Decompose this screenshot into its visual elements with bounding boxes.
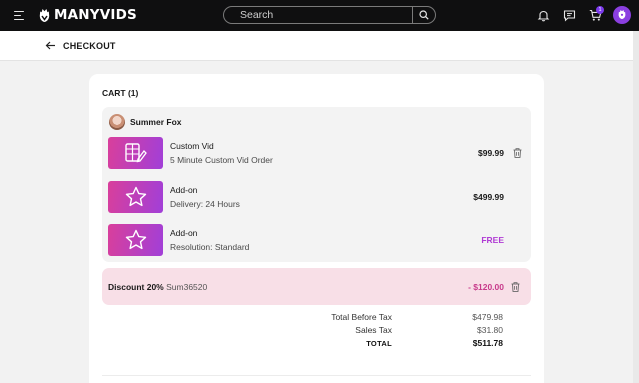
cart-card: CART (1) Summer Fox Custom Vid 5 Minute …: [89, 74, 544, 383]
discount-name: Discount 20%: [108, 282, 164, 292]
star-icon: [125, 186, 146, 207]
checkout-header: CHECKOUT: [0, 31, 639, 61]
seller-avatar[interactable]: [109, 114, 125, 130]
discount-amount: - $120.00: [468, 282, 504, 292]
total-before-tax-value: $479.98: [472, 312, 503, 322]
grand-total-label: TOTAL: [366, 339, 392, 348]
cart-items-group: Summer Fox Custom Vid 5 Minute Custom Vi…: [102, 107, 531, 262]
search-icon: [419, 10, 429, 20]
seller-name[interactable]: Summer Fox: [130, 117, 182, 127]
search-bar: [223, 6, 436, 24]
bell-icon[interactable]: [537, 9, 550, 22]
custom-vid-icon: [124, 143, 147, 163]
item-price: FREE: [481, 235, 504, 245]
page-title: CHECKOUT: [63, 41, 116, 51]
search-button[interactable]: [412, 7, 435, 23]
profile-avatar-button[interactable]: [613, 6, 631, 24]
cart-item: Add-on Delivery: 24 Hours $499.99: [108, 181, 526, 213]
grand-total-row: TOTAL $511.78: [89, 338, 544, 350]
back-arrow-icon[interactable]: [45, 40, 56, 51]
cart-title: CART (1): [102, 88, 139, 98]
brand-name: MANYVIDS: [54, 7, 137, 23]
chat-icon[interactable]: [563, 9, 576, 22]
grand-total-value: $511.78: [472, 338, 503, 348]
discount-code: Sum36520: [166, 282, 208, 292]
sales-tax-label: Sales Tax: [355, 325, 392, 335]
page-scrollbar[interactable]: [633, 31, 639, 383]
total-before-tax-row: Total Before Tax $479.98: [89, 312, 544, 324]
manyvids-logo[interactable]: MANYVIDS: [39, 8, 137, 22]
item-title: Add-on: [170, 185, 198, 195]
item-thumbnail: [108, 181, 163, 213]
item-price: $499.99: [473, 192, 504, 202]
search-input[interactable]: [224, 7, 414, 23]
cart-count-badge: 1: [596, 6, 604, 14]
discount-row: Discount 20% Sum36520 - $120.00: [102, 268, 531, 305]
item-price: $99.99: [478, 148, 504, 158]
item-thumbnail: [108, 137, 163, 169]
item-subtitle: 5 Minute Custom Vid Order: [170, 155, 273, 165]
section-divider: [102, 375, 531, 376]
item-thumbnail: [108, 224, 163, 256]
item-subtitle: Resolution: Standard: [170, 242, 250, 252]
star-icon: [125, 229, 146, 250]
discount-label: Discount 20% Sum36520: [108, 282, 207, 292]
total-before-tax-label: Total Before Tax: [331, 312, 392, 322]
sales-tax-value: $31.80: [477, 325, 503, 335]
logo-mark-icon: [39, 8, 50, 22]
trash-icon[interactable]: [513, 148, 522, 158]
trash-icon[interactable]: [511, 282, 520, 292]
item-title: Custom Vid: [170, 141, 214, 151]
sales-tax-row: Sales Tax $31.80: [89, 325, 544, 337]
menu-icon[interactable]: [14, 11, 24, 21]
cart-item: Custom Vid 5 Minute Custom Vid Order $99…: [108, 137, 526, 169]
profile-icon: [618, 9, 626, 19]
cart-item: Add-on Resolution: Standard FREE: [108, 224, 526, 256]
item-subtitle: Delivery: 24 Hours: [170, 199, 240, 209]
item-title: Add-on: [170, 228, 198, 238]
top-navigation-bar: MANYVIDS 1: [0, 0, 639, 31]
